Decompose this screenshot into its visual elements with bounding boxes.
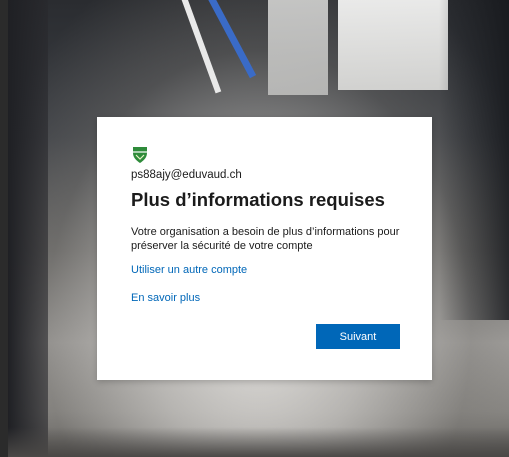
background-window-light — [268, 0, 328, 95]
background-shadow-right — [439, 0, 509, 320]
use-another-account-link[interactable]: Utiliser un autre compte — [131, 264, 247, 276]
page-title: Plus d’informations requises — [131, 189, 385, 210]
background-desk-edge — [8, 427, 509, 457]
background-window-bright — [338, 0, 448, 90]
school-shield-logo-icon — [133, 147, 147, 163]
background-shadow-left — [8, 0, 48, 457]
description-text: Votre organisation a besoin de plus d’in… — [131, 226, 400, 252]
sign-in-dialog: ps88ajy@eduvaud.ch Plus d’informations r… — [97, 117, 432, 380]
learn-more-link[interactable]: En savoir plus — [131, 292, 200, 304]
account-email: ps88ajy@eduvaud.ch — [131, 169, 242, 181]
next-button[interactable]: Suivant — [316, 324, 400, 349]
